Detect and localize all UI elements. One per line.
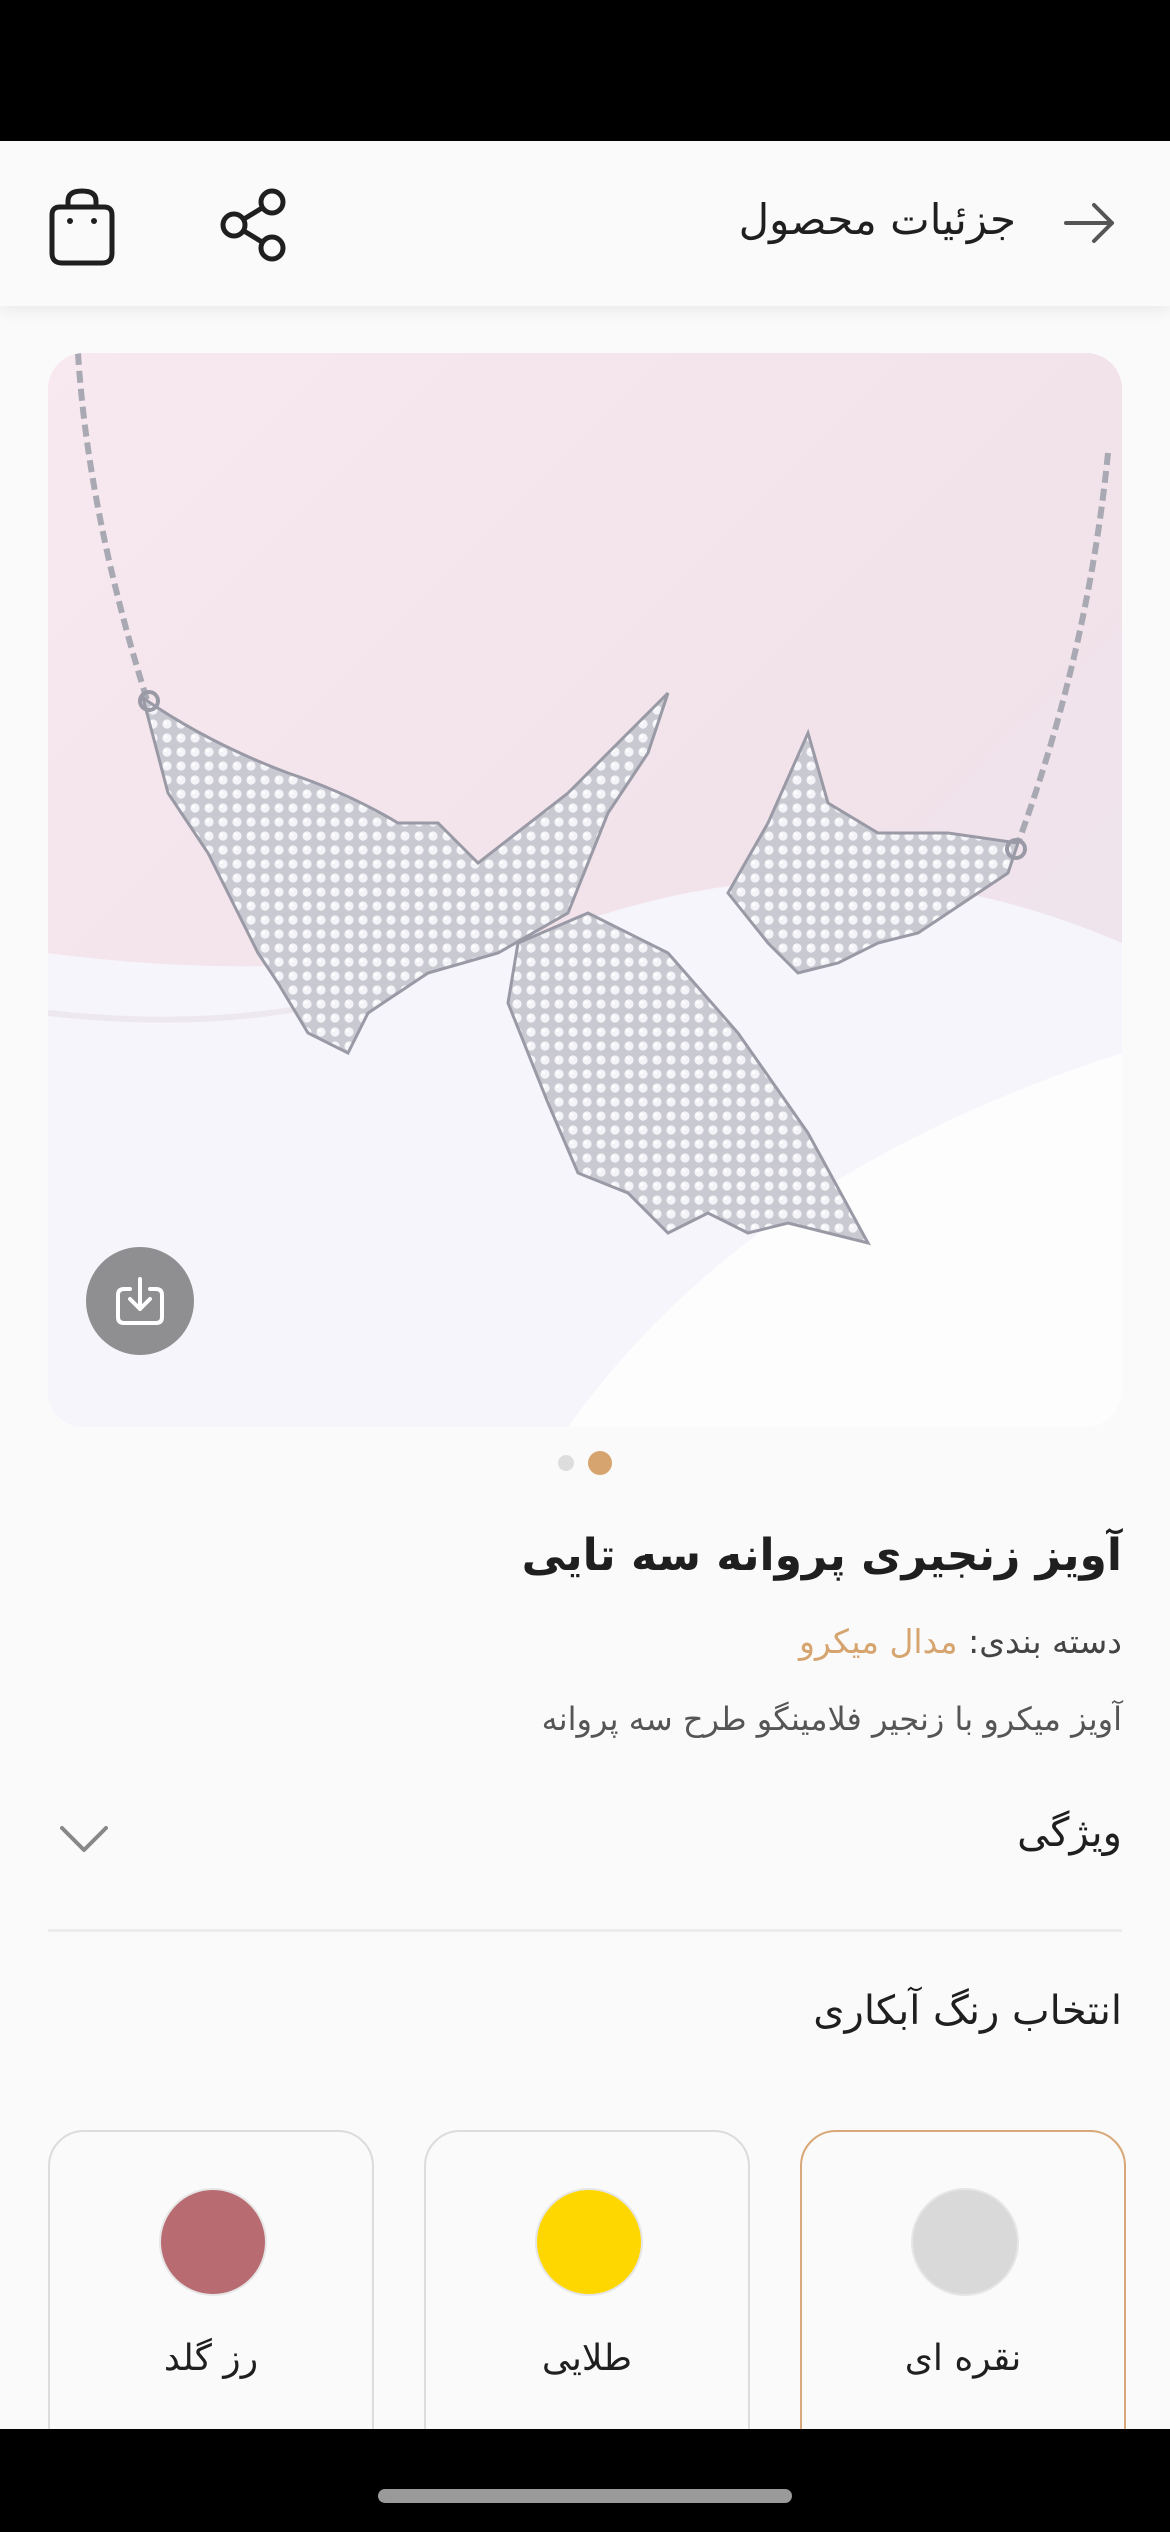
product-title: آویز زنجیری پروانه سه تایی (521, 1530, 1122, 1581)
system-navigation-bar (0, 2429, 1170, 2532)
share-button[interactable] (212, 183, 296, 267)
chevron-down-icon (60, 1826, 108, 1852)
status-bar (0, 0, 1170, 141)
color-option-label: رز گلد (163, 2338, 259, 2379)
home-indicator[interactable] (378, 2489, 792, 2503)
color-option-rose-gold[interactable]: رز گلد (48, 2130, 374, 2464)
category-label: دسته بندی: (968, 1622, 1122, 1661)
features-accordion[interactable]: ویژگی (48, 1800, 1122, 1880)
color-option-label: طلایی (541, 2338, 633, 2379)
features-label: ویژگی (1017, 1810, 1122, 1856)
category-link[interactable]: مدال میکرو (799, 1622, 958, 1661)
download-button[interactable] (86, 1247, 194, 1355)
app-bar: جزئیات محصول (0, 141, 1170, 306)
color-swatch (159, 2188, 267, 2296)
pagination-dot[interactable] (558, 1455, 574, 1471)
page-title: جزئیات محصول (738, 195, 1016, 244)
cart-button[interactable] (38, 183, 126, 271)
share-icon (220, 188, 286, 262)
color-option-label: نقره ای (904, 2338, 1022, 2379)
color-swatch (911, 2188, 1019, 2296)
gallery-pagination (0, 1450, 1170, 1476)
product-image (48, 353, 1122, 1427)
product-category: دسته بندی: مدال میکرو (799, 1622, 1122, 1661)
divider (48, 1929, 1122, 1932)
color-swatch (535, 2188, 643, 2296)
shopping-bag-icon (49, 188, 115, 266)
product-description: آویز میکرو با زنجیر فلامینگو طرح سه پروا… (541, 1700, 1122, 1738)
color-option-silver[interactable]: نقره ای (800, 2130, 1126, 2464)
product-image-gallery[interactable] (48, 353, 1122, 1427)
download-icon (116, 1277, 164, 1325)
back-button[interactable] (1050, 183, 1130, 263)
pagination-dot-active[interactable] (588, 1451, 612, 1475)
arrow-right-icon (1064, 203, 1114, 243)
color-option-gold[interactable]: طلایی (424, 2130, 750, 2464)
color-selection-title: انتخاب رنگ آبکاری (813, 1988, 1122, 2034)
